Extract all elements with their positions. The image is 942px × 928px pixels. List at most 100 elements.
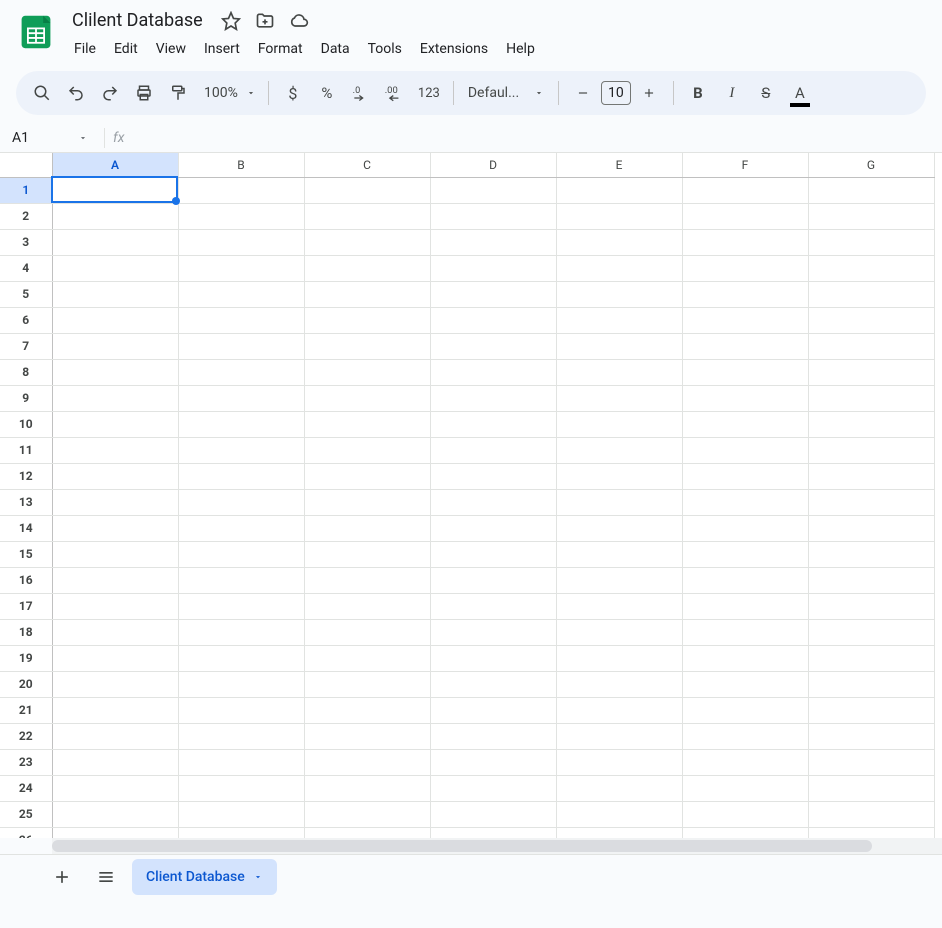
cell-E19[interactable] bbox=[556, 645, 682, 671]
cell-F26[interactable] bbox=[682, 827, 808, 838]
cell-F10[interactable] bbox=[682, 411, 808, 437]
cell-A21[interactable] bbox=[52, 697, 178, 723]
cell-E6[interactable] bbox=[556, 307, 682, 333]
menu-edit[interactable]: Edit bbox=[106, 37, 146, 61]
cell-F8[interactable] bbox=[682, 359, 808, 385]
cell-E13[interactable] bbox=[556, 489, 682, 515]
cell-A24[interactable] bbox=[52, 775, 178, 801]
cell-F1[interactable] bbox=[682, 177, 808, 203]
formula-bar-input[interactable] bbox=[124, 130, 942, 146]
menu-tools[interactable]: Tools bbox=[360, 37, 410, 61]
strikethrough-button[interactable]: S bbox=[750, 77, 782, 109]
row-header-26[interactable]: 26 bbox=[0, 827, 52, 838]
cell-E20[interactable] bbox=[556, 671, 682, 697]
cell-C26[interactable] bbox=[304, 827, 430, 838]
cell-A15[interactable] bbox=[52, 541, 178, 567]
cell-A13[interactable] bbox=[52, 489, 178, 515]
column-header-G[interactable]: G bbox=[808, 153, 934, 177]
cell-B23[interactable] bbox=[178, 749, 304, 775]
cell-F19[interactable] bbox=[682, 645, 808, 671]
menu-help[interactable]: Help bbox=[498, 37, 543, 61]
cell-G14[interactable] bbox=[808, 515, 934, 541]
add-sheet-button[interactable] bbox=[44, 859, 80, 895]
cell-F7[interactable] bbox=[682, 333, 808, 359]
column-header-B[interactable]: B bbox=[178, 153, 304, 177]
cell-D4[interactable] bbox=[430, 255, 556, 281]
cell-G12[interactable] bbox=[808, 463, 934, 489]
cell-B10[interactable] bbox=[178, 411, 304, 437]
cell-E9[interactable] bbox=[556, 385, 682, 411]
cell-F12[interactable] bbox=[682, 463, 808, 489]
cell-C13[interactable] bbox=[304, 489, 430, 515]
cell-B20[interactable] bbox=[178, 671, 304, 697]
cell-G11[interactable] bbox=[808, 437, 934, 463]
cell-B9[interactable] bbox=[178, 385, 304, 411]
cell-F5[interactable] bbox=[682, 281, 808, 307]
cloud-status-icon[interactable] bbox=[287, 9, 311, 33]
cell-B11[interactable] bbox=[178, 437, 304, 463]
cell-C6[interactable] bbox=[304, 307, 430, 333]
cell-A1[interactable] bbox=[52, 177, 178, 203]
cell-E14[interactable] bbox=[556, 515, 682, 541]
cell-B8[interactable] bbox=[178, 359, 304, 385]
font-dropdown[interactable]: Defaul... bbox=[462, 77, 550, 109]
cell-G3[interactable] bbox=[808, 229, 934, 255]
row-header-9[interactable]: 9 bbox=[0, 385, 52, 411]
cell-E21[interactable] bbox=[556, 697, 682, 723]
cell-C24[interactable] bbox=[304, 775, 430, 801]
row-header-12[interactable]: 12 bbox=[0, 463, 52, 489]
cell-D21[interactable] bbox=[430, 697, 556, 723]
cell-F15[interactable] bbox=[682, 541, 808, 567]
row-header-3[interactable]: 3 bbox=[0, 229, 52, 255]
cell-E18[interactable] bbox=[556, 619, 682, 645]
cell-A7[interactable] bbox=[52, 333, 178, 359]
cell-A2[interactable] bbox=[52, 203, 178, 229]
menu-format[interactable]: Format bbox=[250, 37, 311, 61]
sheets-logo[interactable] bbox=[16, 12, 56, 52]
row-header-8[interactable]: 8 bbox=[0, 359, 52, 385]
row-header-11[interactable]: 11 bbox=[0, 437, 52, 463]
menu-data[interactable]: Data bbox=[313, 37, 358, 61]
decrease-font-size-button[interactable] bbox=[567, 77, 599, 109]
cell-C12[interactable] bbox=[304, 463, 430, 489]
cell-E1[interactable] bbox=[556, 177, 682, 203]
cell-B5[interactable] bbox=[178, 281, 304, 307]
cell-D20[interactable] bbox=[430, 671, 556, 697]
row-header-16[interactable]: 16 bbox=[0, 567, 52, 593]
cell-G24[interactable] bbox=[808, 775, 934, 801]
cell-G2[interactable] bbox=[808, 203, 934, 229]
cell-D16[interactable] bbox=[430, 567, 556, 593]
font-size-input[interactable]: 10 bbox=[601, 81, 631, 105]
cell-C2[interactable] bbox=[304, 203, 430, 229]
cell-C18[interactable] bbox=[304, 619, 430, 645]
spreadsheet-grid[interactable]: ABCDEFG123456789101112131415161718192021… bbox=[0, 153, 942, 838]
cell-C10[interactable] bbox=[304, 411, 430, 437]
menu-extensions[interactable]: Extensions bbox=[412, 37, 496, 61]
bold-button[interactable]: B bbox=[682, 77, 714, 109]
row-header-1[interactable]: 1 bbox=[0, 177, 52, 203]
cell-D10[interactable] bbox=[430, 411, 556, 437]
cell-F2[interactable] bbox=[682, 203, 808, 229]
cell-C11[interactable] bbox=[304, 437, 430, 463]
cell-D24[interactable] bbox=[430, 775, 556, 801]
row-header-22[interactable]: 22 bbox=[0, 723, 52, 749]
cell-B26[interactable] bbox=[178, 827, 304, 838]
cell-C23[interactable] bbox=[304, 749, 430, 775]
cell-G22[interactable] bbox=[808, 723, 934, 749]
cell-E24[interactable] bbox=[556, 775, 682, 801]
cell-B21[interactable] bbox=[178, 697, 304, 723]
cell-E25[interactable] bbox=[556, 801, 682, 827]
cell-D23[interactable] bbox=[430, 749, 556, 775]
column-header-F[interactable]: F bbox=[682, 153, 808, 177]
cell-A19[interactable] bbox=[52, 645, 178, 671]
row-header-21[interactable]: 21 bbox=[0, 697, 52, 723]
cell-D14[interactable] bbox=[430, 515, 556, 541]
cell-C16[interactable] bbox=[304, 567, 430, 593]
cell-E22[interactable] bbox=[556, 723, 682, 749]
cell-E26[interactable] bbox=[556, 827, 682, 838]
cell-G8[interactable] bbox=[808, 359, 934, 385]
paint-format-button[interactable] bbox=[162, 77, 194, 109]
row-header-13[interactable]: 13 bbox=[0, 489, 52, 515]
cell-D19[interactable] bbox=[430, 645, 556, 671]
sheet-tab-active[interactable]: Client Database bbox=[132, 859, 277, 895]
